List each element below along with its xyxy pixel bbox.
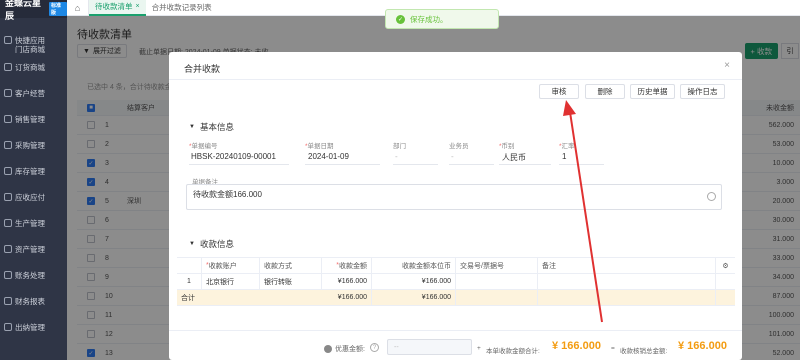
sum-label: 本单收款金额合计: (486, 348, 540, 355)
field-department[interactable]: - (395, 152, 398, 161)
field-underline (449, 164, 494, 165)
verify-value: ¥ 166.000 (678, 340, 727, 352)
home-icon: ⌂ (74, 2, 81, 13)
collapse-triangle-icon: ▼ (189, 124, 195, 130)
money-icon (4, 193, 12, 201)
discount-input[interactable]: -- (387, 339, 472, 355)
sidebar-item-order-mall[interactable]: 订货商城 (0, 54, 67, 80)
col-method: 收款方式 (260, 258, 322, 273)
tab-pending-receipts[interactable]: 待收款清单 × (89, 0, 146, 16)
field-label-rate: *汇率 (559, 143, 575, 150)
field-doc-no[interactable]: HBSK-20240109-00001 (191, 152, 276, 161)
field-salesperson[interactable]: - (451, 152, 454, 161)
help-icon[interactable]: ? (370, 343, 379, 352)
purchase-icon (4, 141, 12, 149)
close-icon[interactable]: × (724, 60, 730, 71)
column-settings-icon[interactable]: ⚙ (716, 258, 735, 273)
app-logo: 金蝶云星辰 标准版 (0, 0, 67, 21)
cell-txn-no[interactable] (456, 274, 538, 289)
field-label-department: 部门 (393, 143, 406, 150)
report-icon (4, 297, 12, 305)
cell-account[interactable]: 北京银行 (202, 274, 260, 289)
field-underline (189, 164, 289, 165)
receipt-table: * 收款账户 收款方式 * 收款金额 收款金额本位币 交易号/票据号 备注 ⚙ 1 … (177, 257, 735, 306)
field-label-currency: *币别 (499, 143, 515, 150)
merge-receipt-dialog: 合并收款 × 审核 删除 历史单据 操作日志 ▼ 基本信息 *单据编号 HBSK-… (169, 52, 742, 360)
history-button[interactable]: 历史单据 (630, 84, 675, 99)
col-remark: 备注 (538, 258, 716, 273)
dialog-title: 合并收款 (184, 64, 221, 74)
receipt-table-header: * 收款账户 收款方式 * 收款金额 收款金额本位币 交易号/票据号 备注 ⚙ (177, 258, 735, 274)
field-underline (499, 164, 551, 165)
col-amount-base: 收款金额本位币 (372, 258, 456, 273)
field-underline (305, 164, 380, 165)
col-txn-no: 交易号/票据号 (456, 258, 538, 273)
factory-icon (4, 219, 12, 227)
remark-input[interactable]: 待收款金额166.000 (186, 184, 722, 210)
cell-amount-base: ¥166.000 (372, 274, 456, 289)
emoji-icon[interactable] (707, 192, 716, 201)
equals-sign: = (611, 345, 615, 352)
sidebar-item-inventory[interactable]: 库存管理 (0, 158, 67, 184)
field-rate[interactable]: 1 (562, 152, 566, 161)
audit-button[interactable]: 审核 (539, 84, 579, 99)
field-doc-date[interactable]: 2024-01-09 (308, 152, 349, 161)
box-icon (4, 167, 12, 175)
sidebar-item-purchase[interactable]: 采购管理 (0, 132, 67, 158)
plus-sign: + (477, 345, 481, 352)
field-label-salesperson: 业务员 (449, 143, 469, 150)
check-circle-icon: ✓ (396, 14, 405, 24)
close-tab-icon[interactable]: × (136, 3, 140, 10)
cart-icon (4, 63, 12, 71)
sidebar-item-assets[interactable]: 资产管理 (0, 236, 67, 262)
sidebar: 金蝶云星辰 标准版 快捷应用 门店商城 订货商城 客户经营 销售管理 采购管理 库… (0, 0, 67, 360)
cell-remark[interactable] (538, 274, 716, 289)
collapse-triangle-icon: ▼ (189, 241, 195, 247)
cell-method[interactable]: 银行转账 (260, 274, 322, 289)
success-toast: ✓ 保存成功。 (385, 9, 499, 29)
sidebar-item-production[interactable]: 生产管理 (0, 210, 67, 236)
sidebar-item-customers[interactable]: 客户经营 (0, 80, 67, 106)
field-underline (393, 164, 438, 165)
sidebar-item-accounting[interactable]: 账务处理 (0, 262, 67, 288)
basic-info-section[interactable]: ▼ 基本信息 (189, 121, 234, 133)
sidebar-item-sales[interactable]: 销售管理 (0, 106, 67, 132)
edition-badge: 标准版 (49, 2, 67, 16)
receipt-info-section[interactable]: ▼ 收款信息 (189, 238, 234, 250)
field-underline (559, 164, 604, 165)
ledger-icon (4, 271, 12, 279)
user-icon (4, 89, 12, 97)
discount-label: 优惠金额: (324, 344, 365, 354)
cashier-icon (4, 323, 12, 331)
asset-icon (4, 245, 12, 253)
sidebar-item-quick-apps[interactable]: 快捷应用 门店商城 (0, 18, 67, 54)
grid-icon (4, 36, 12, 44)
sales-icon (4, 115, 12, 123)
field-label-doc-date: *单据日期 (305, 143, 334, 150)
total-label: 合计 (181, 294, 195, 302)
table-row[interactable]: 1 北京银行 银行转账 ¥166.000 ¥166.000 (177, 274, 735, 290)
col-account: * 收款账户 (202, 258, 260, 273)
sidebar-item-reports[interactable]: 财务报表 (0, 288, 67, 314)
money-bag-icon (324, 345, 332, 353)
col-amount: * 收款金额 (322, 258, 372, 273)
divider (169, 330, 742, 331)
total-amount: ¥166.000 (322, 290, 372, 305)
tab-merged-receipts[interactable]: 合并收款记录列表 (146, 0, 218, 16)
sum-value: ¥ 166.000 (552, 340, 601, 352)
field-currency[interactable]: 人民币 (502, 152, 526, 163)
divider (169, 79, 742, 80)
home-tab[interactable]: ⌂ (67, 0, 89, 16)
delete-button[interactable]: 删除 (585, 84, 625, 99)
operation-log-button[interactable]: 操作日志 (680, 84, 725, 99)
sidebar-item-receivable[interactable]: 应收应付 (0, 184, 67, 210)
total-amount-base: ¥166.000 (372, 290, 456, 305)
total-row: 合计 ¥166.000 ¥166.000 (177, 290, 735, 306)
cell-amount[interactable]: ¥166.000 (322, 274, 372, 289)
field-label-doc-no: *单据编号 (189, 143, 218, 150)
sidebar-item-cashier[interactable]: 出纳管理 (0, 314, 67, 340)
verify-label: 收款核销总金额: (620, 348, 668, 355)
